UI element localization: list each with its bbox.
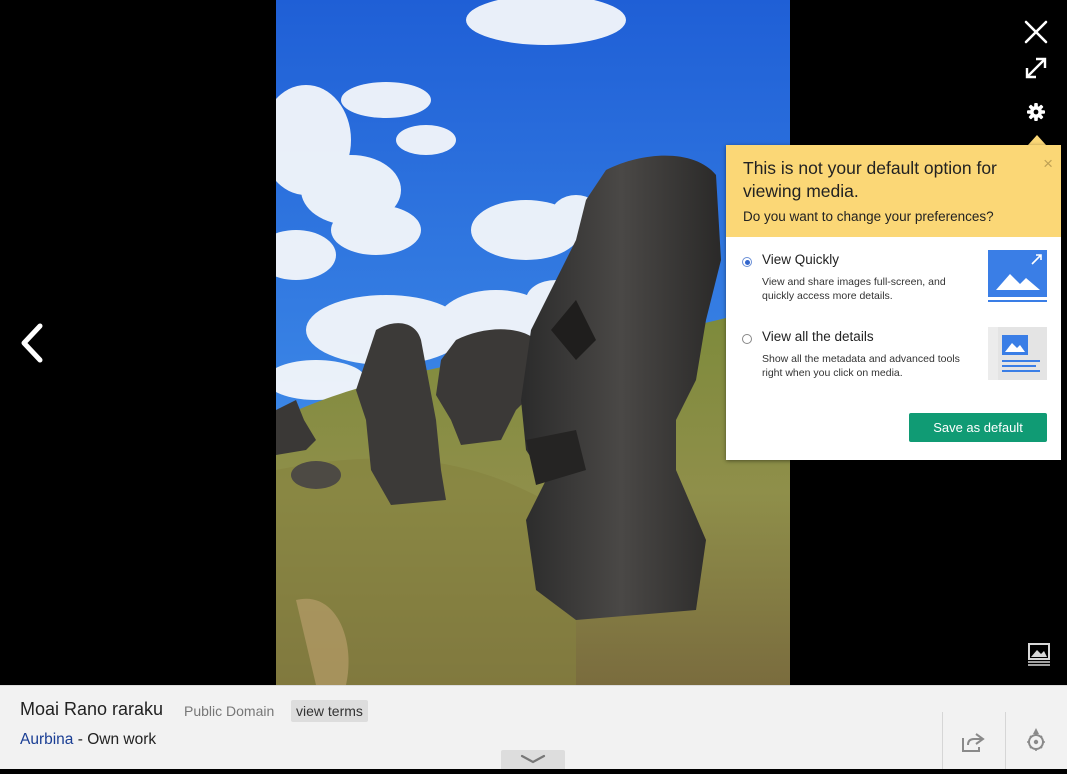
divider [1005,712,1006,769]
image-title: Moai Rano raraku [20,699,164,719]
popup-close-button[interactable]: × [1043,155,1053,172]
view-quickly-radio[interactable] [742,257,752,267]
share-button[interactable] [960,730,986,754]
previous-image-button[interactable] [14,318,50,368]
popup-pointer [1028,135,1046,145]
view-details-radio[interactable] [742,334,752,344]
view-terms-button[interactable]: view terms [291,700,368,722]
close-icon [1024,20,1048,44]
commons-logo-icon [1027,728,1045,751]
view-details-thumbnail-icon [988,327,1047,380]
moai-photo [276,0,790,685]
save-as-default-button[interactable]: Save as default [909,413,1047,442]
popup-question: Do you want to change your preferences? [743,209,994,224]
option-description: Show all the metadata and advanced tools… [762,353,960,379]
popup-title: This is not your default option for view… [743,158,997,201]
gear-icon [1027,103,1045,121]
option-title: View Quickly [762,252,840,267]
source-text: - Own work [73,731,157,748]
gallery-button[interactable] [1024,640,1054,668]
chevron-left-icon [21,323,43,363]
popup-header: This is not your default option for view… [726,145,1061,237]
option-view-quickly[interactable]: View Quickly View and share images full-… [726,250,1061,320]
default-option-popup: This is not your default option for view… [726,145,1061,460]
option-view-all-details[interactable]: View all the details Show all the metada… [726,327,1061,397]
option-description: View and share images full-screen, and q… [762,276,946,302]
view-quickly-thumbnail-icon [988,250,1047,302]
expand-icon [1025,57,1047,79]
settings-button[interactable] [1022,99,1050,127]
fullscreen-button[interactable] [1022,54,1050,82]
commons-button[interactable] [1023,726,1049,754]
share-icon [962,733,985,752]
author-link[interactable]: Aurbina [20,731,73,748]
chevron-down-icon [520,754,546,764]
license-label: Public Domain [184,703,275,719]
option-title: View all the details [762,329,874,344]
divider [942,712,943,769]
image-info-bar: Moai Rano raraku Public Domain view term… [0,685,1067,769]
close-button[interactable] [1022,18,1050,46]
gallery-icon [1028,643,1050,666]
author-line: Aurbina - Own work [20,731,156,749]
expand-details-button[interactable] [501,750,565,769]
